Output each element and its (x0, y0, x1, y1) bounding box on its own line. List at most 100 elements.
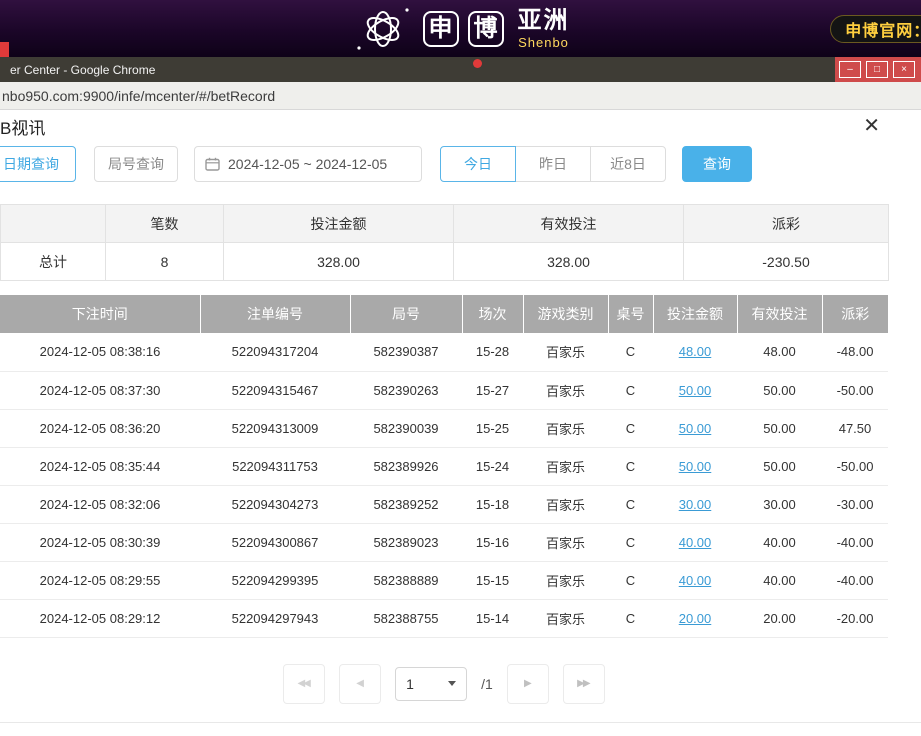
summary-header-count: 笔数 (106, 205, 224, 243)
cell-table-no: C (608, 561, 653, 599)
summary-valid-bet-value: 328.00 (454, 243, 684, 281)
summary-count-value: 8 (106, 243, 224, 281)
summary-total-label: 总计 (1, 243, 106, 281)
bet-amount-link[interactable]: 50.00 (679, 421, 712, 436)
close-window-button[interactable]: × (893, 61, 915, 78)
cell-payout: -40.00 (822, 561, 888, 599)
yesterday-button[interactable]: 昨日 (515, 146, 591, 182)
brand-logo: 申 博 亚洲 Shenbo (352, 3, 570, 55)
flower-logo-icon (352, 3, 414, 55)
column-header: 游戏类别 (523, 295, 608, 333)
table-row: 2024-12-05 08:35:44522094311753582389926… (0, 447, 888, 485)
cell-session: 15-15 (462, 561, 523, 599)
cell-table-no: C (608, 599, 653, 637)
summary-header-empty (1, 205, 106, 243)
cell-session: 15-16 (462, 523, 523, 561)
pagination: ◀◀ ◀ 1 /1 ▶ ▶▶ (0, 664, 888, 704)
column-header: 下注时间 (0, 295, 200, 333)
cell-round-no: 582389023 (350, 523, 462, 561)
cell-payout: -40.00 (822, 523, 888, 561)
cell-session: 15-27 (462, 371, 523, 409)
window-title: er Center - Google Chrome (10, 63, 155, 77)
next-page-button[interactable]: ▶ (507, 664, 549, 704)
bet-amount-link[interactable]: 40.00 (679, 535, 712, 550)
minimize-button[interactable]: – (839, 61, 861, 78)
cell-game-type: 百家乐 (523, 599, 608, 637)
cell-order-no: 522094304273 (200, 485, 350, 523)
cell-game-type: 百家乐 (523, 561, 608, 599)
cell-time: 2024-12-05 08:36:20 (0, 409, 200, 447)
column-header: 场次 (462, 295, 523, 333)
table-row: 2024-12-05 08:32:06522094304273582389252… (0, 485, 888, 523)
last-8-days-button[interactable]: 近8日 (590, 146, 666, 182)
round-query-tab[interactable]: 局号查询 (94, 146, 178, 182)
column-header: 有效投注 (737, 295, 822, 333)
table-row: 2024-12-05 08:38:16522094317204582390387… (0, 333, 888, 371)
bet-amount-link[interactable]: 40.00 (679, 573, 712, 588)
filter-bar: 日期查询 局号查询 2024-12-05 ~ 2024-12-05 今日 昨日 … (0, 146, 888, 182)
cell-game-type: 百家乐 (523, 333, 608, 371)
url-text: nbo950.com:9900/infe/mcenter/#/betRecord (2, 88, 275, 104)
cell-order-no: 522094299395 (200, 561, 350, 599)
cell-bet-amount: 50.00 (653, 409, 737, 447)
cell-time: 2024-12-05 08:37:30 (0, 371, 200, 409)
cell-game-type: 百家乐 (523, 409, 608, 447)
cell-time: 2024-12-05 08:29:55 (0, 561, 200, 599)
cell-order-no: 522094300867 (200, 523, 350, 561)
cell-table-no: C (608, 523, 653, 561)
cell-round-no: 582390387 (350, 333, 462, 371)
bet-amount-link[interactable]: 30.00 (679, 497, 712, 512)
official-site-badge: 申博官网：432 (830, 15, 921, 43)
brand-banner: 申 博 亚洲 Shenbo 申博官网：432 (0, 0, 921, 57)
column-header: 投注金额 (653, 295, 737, 333)
summary-table: 笔数 投注金额 有效投注 派彩 总计 8 328.00 328.00 -230.… (0, 204, 889, 281)
logo-char-shen: 申 (423, 11, 459, 47)
close-icon[interactable]: ✕ (863, 116, 880, 136)
summary-payout-value: -230.50 (684, 243, 889, 281)
cell-round-no: 582389252 (350, 485, 462, 523)
browser-titlebar: er Center - Google Chrome – □ × (0, 57, 921, 82)
cell-order-no: 522094297943 (200, 599, 350, 637)
table-row: 2024-12-05 08:29:12522094297943582388755… (0, 599, 888, 637)
search-button[interactable]: 查询 (682, 146, 752, 182)
cell-table-no: C (608, 409, 653, 447)
cell-session: 15-28 (462, 333, 523, 371)
bottom-divider (0, 722, 921, 723)
bet-amount-link[interactable]: 50.00 (679, 459, 712, 474)
bet-amount-link[interactable]: 48.00 (679, 344, 712, 359)
cell-bet-amount: 20.00 (653, 599, 737, 637)
cell-valid-bet: 30.00 (737, 485, 822, 523)
first-page-button[interactable]: ◀◀ (283, 664, 325, 704)
cell-valid-bet: 48.00 (737, 333, 822, 371)
date-range-input[interactable]: 2024-12-05 ~ 2024-12-05 (194, 146, 422, 182)
column-header: 派彩 (822, 295, 888, 333)
bet-amount-link[interactable]: 50.00 (679, 383, 712, 398)
cell-session: 15-24 (462, 447, 523, 485)
table-row: 2024-12-05 08:29:55522094299395582388889… (0, 561, 888, 599)
cell-valid-bet: 50.00 (737, 409, 822, 447)
cell-round-no: 582388889 (350, 561, 462, 599)
maximize-button[interactable]: □ (866, 61, 888, 78)
bet-record-table: 下注时间注单编号局号场次游戏类别桌号投注金额有效投注派彩 2024-12-05 … (0, 295, 888, 638)
cell-valid-bet: 20.00 (737, 599, 822, 637)
page-select[interactable]: 1 (395, 667, 467, 701)
table-row: 2024-12-05 08:30:39522094300867582389023… (0, 523, 888, 561)
cell-bet-amount: 50.00 (653, 371, 737, 409)
summary-header-valid-bet: 有效投注 (454, 205, 684, 243)
cell-game-type: 百家乐 (523, 485, 608, 523)
date-query-tab[interactable]: 日期查询 (0, 146, 76, 182)
cell-session: 15-18 (462, 485, 523, 523)
cell-round-no: 582390263 (350, 371, 462, 409)
cell-payout: -30.00 (822, 485, 888, 523)
last-page-button[interactable]: ▶▶ (563, 664, 605, 704)
cell-valid-bet: 40.00 (737, 561, 822, 599)
cell-order-no: 522094317204 (200, 333, 350, 371)
bet-amount-link[interactable]: 20.00 (679, 611, 712, 626)
page-select-value: 1 (406, 676, 414, 692)
address-bar[interactable]: nbo950.com:9900/infe/mcenter/#/betRecord (0, 82, 921, 110)
today-button[interactable]: 今日 (440, 146, 516, 182)
prev-page-button[interactable]: ◀ (339, 664, 381, 704)
logo-text: 亚洲 Shenbo (518, 9, 570, 49)
cell-valid-bet: 50.00 (737, 371, 822, 409)
table-row: 2024-12-05 08:37:30522094315467582390263… (0, 371, 888, 409)
